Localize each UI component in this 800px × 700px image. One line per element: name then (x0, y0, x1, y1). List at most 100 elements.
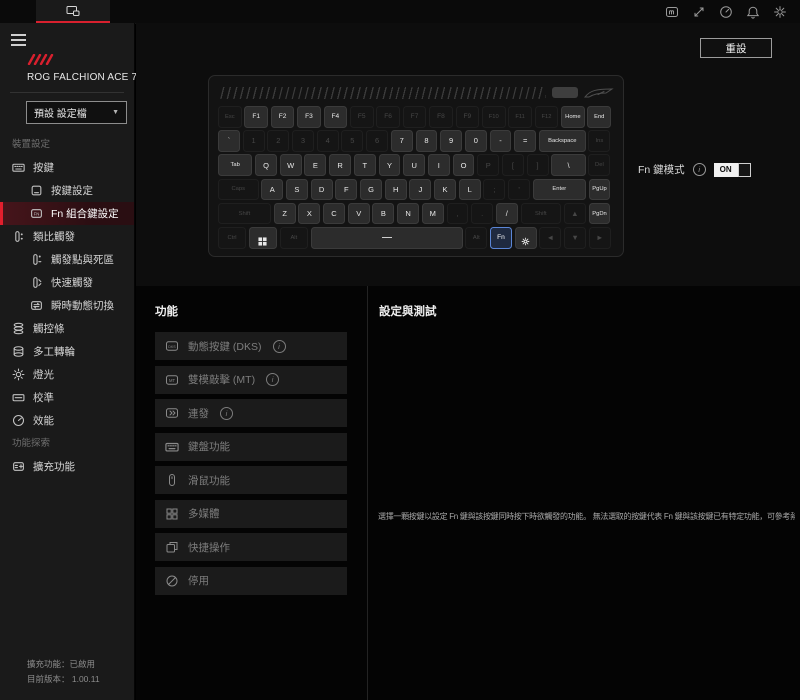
function-button-keyboard-functions[interactable]: 鍵盤功能 (155, 433, 347, 461)
key-\[interactable]: \ (551, 154, 585, 176)
key-F1[interactable]: F1 (244, 106, 268, 128)
info-icon[interactable]: i (273, 340, 286, 353)
info-icon[interactable]: i (266, 373, 279, 386)
key-W[interactable]: W (280, 154, 302, 176)
sidebar-item-label: 擴充功能 (33, 459, 75, 474)
key-8[interactable]: 8 (416, 130, 438, 152)
key-B[interactable]: B (372, 203, 394, 225)
sidebar-item-label: 快速觸發 (51, 275, 93, 290)
reset-button[interactable]: 重設 (700, 38, 772, 58)
sidebar-item-rapid-trigger[interactable]: 快速觸發 (0, 271, 134, 294)
sidebar-item-key-settings[interactable]: 按鍵設定 (0, 179, 134, 202)
sidebar-item-multiwheel[interactable]: 多工轉輪 (0, 340, 134, 363)
touchbar-slashes[interactable] (218, 87, 546, 99)
key-gearkey[interactable] (515, 227, 537, 249)
keycap-icon (30, 184, 43, 197)
function-button-dynamic-keystroke[interactable]: DKS動態按鍵 (DKS)i (155, 332, 347, 360)
key-A[interactable]: A (261, 179, 283, 201)
function-button-mouse-functions[interactable]: 滑鼠功能 (155, 466, 347, 494)
key-/[interactable]: / (496, 203, 518, 225)
key-F3[interactable]: F3 (297, 106, 321, 128)
key-O[interactable]: O (453, 154, 475, 176)
sidebar-item-trigger-point-deadzone[interactable]: 觸發點與死區 (0, 248, 134, 271)
key-I[interactable]: I (428, 154, 450, 176)
sidebar-item-analog-trigger[interactable]: 類比觸發 (0, 225, 134, 248)
function-button-mod-tap[interactable]: MT雙模敲擊 (MT)i (155, 366, 347, 394)
sync-icon[interactable] (718, 4, 734, 20)
function-button-turbo[interactable]: 連發i (155, 399, 347, 427)
key-=[interactable]: = (514, 130, 536, 152)
key-M[interactable]: M (422, 203, 444, 225)
touchbar-button[interactable] (552, 87, 578, 98)
sidebar-item-extensions[interactable]: 擴充功能 (0, 455, 134, 478)
key-9[interactable]: 9 (440, 130, 462, 152)
fullscreen-icon[interactable] (691, 4, 707, 20)
key--[interactable]: - (490, 130, 512, 152)
key-R[interactable]: R (329, 154, 351, 176)
sidebar-item-touch-bar[interactable]: 觸控條 (0, 317, 134, 340)
touchbar-icon (12, 322, 25, 335)
key-Z[interactable]: Z (274, 203, 296, 225)
key-space[interactable] (311, 227, 463, 249)
key-X[interactable]: X (298, 203, 320, 225)
sidebar-item-performance[interactable]: 效能 (0, 409, 134, 432)
notifications-bell-icon[interactable] (745, 4, 761, 20)
function-button-multimedia[interactable]: 多媒體 (155, 500, 347, 528)
key-Fn[interactable]: Fn (490, 227, 512, 249)
key-End[interactable]: End (587, 106, 611, 128)
key-win[interactable] (249, 227, 277, 249)
menu-icon[interactable] (11, 31, 26, 49)
key-F[interactable]: F (335, 179, 357, 201)
function-button-shortcuts[interactable]: 快捷操作 (155, 533, 347, 561)
fnbadge-icon: FN (30, 207, 43, 220)
sidebar-item-calibration[interactable]: 校準 (0, 386, 134, 409)
profile-dropdown[interactable]: 預設 設定檔 ▼ (26, 101, 127, 124)
sidebar-item-lighting[interactable]: 燈光 (0, 363, 134, 386)
key-K[interactable]: K (434, 179, 456, 201)
key-F2[interactable]: F2 (271, 106, 295, 128)
macro-icon[interactable] (664, 4, 680, 20)
key-7[interactable]: 7 (391, 130, 413, 152)
key-Enter[interactable]: Enter (533, 179, 586, 201)
key-`[interactable]: ` (218, 130, 240, 152)
key-E[interactable]: E (304, 154, 326, 176)
info-icon[interactable]: i (693, 163, 706, 176)
key-U[interactable]: U (403, 154, 425, 176)
key-S[interactable]: S (286, 179, 308, 201)
keyboard-row: `1234567890-=BackspaceIns (218, 130, 614, 152)
key-Tab[interactable]: Tab (218, 154, 252, 176)
keyboard-keys: EscF1F2F3F4F5F6F7F8F9F10F11F12HomeEnd`12… (218, 106, 614, 249)
key-C[interactable]: C (323, 203, 345, 225)
sidebar-item-fn-combo-settings[interactable]: FNFn 組合鍵設定 (0, 202, 134, 225)
fn-mode-toggle[interactable]: ON (714, 163, 751, 177)
key-Home[interactable]: Home (561, 106, 585, 128)
settings-gear-icon[interactable] (772, 4, 788, 20)
key-J[interactable]: J (409, 179, 431, 201)
key-H[interactable]: H (385, 179, 407, 201)
sidebar-item-keys[interactable]: 按鍵 (0, 156, 134, 179)
key-Backspace[interactable]: Backspace (539, 130, 586, 152)
key-0[interactable]: 0 (465, 130, 487, 152)
info-icon[interactable]: i (220, 407, 233, 420)
function-button-disable[interactable]: 停用 (155, 567, 347, 595)
lower-panels: 功能 DKS動態按鍵 (DKS)iMT雙模敲擊 (MT)i連發i鍵盤功能滑鼠功能… (136, 286, 800, 700)
sidebar-section-label: 裝置設定 (0, 133, 134, 156)
key-Y[interactable]: Y (379, 154, 401, 176)
key-L[interactable]: L (459, 179, 481, 201)
key-F4[interactable]: F4 (324, 106, 348, 128)
key-PgUp[interactable]: PgUp (589, 179, 611, 201)
key-N[interactable]: N (397, 203, 419, 225)
key-PgDn[interactable]: PgDn (589, 203, 611, 225)
key-D[interactable]: D (311, 179, 333, 201)
key-T[interactable]: T (354, 154, 376, 176)
key-G[interactable]: G (360, 179, 382, 201)
key-.: . (471, 203, 493, 225)
key-V[interactable]: V (348, 203, 370, 225)
fn-mode-toggle-knob (738, 163, 751, 177)
key-F7: F7 (403, 106, 427, 128)
key-Q[interactable]: Q (255, 154, 277, 176)
sidebar-item-momentary-dynamic-switch[interactable]: 瞬時動態切換 (0, 294, 134, 317)
performance-icon (12, 414, 25, 427)
device-tab[interactable] (36, 0, 110, 23)
rog-slashes-icon (27, 52, 61, 63)
